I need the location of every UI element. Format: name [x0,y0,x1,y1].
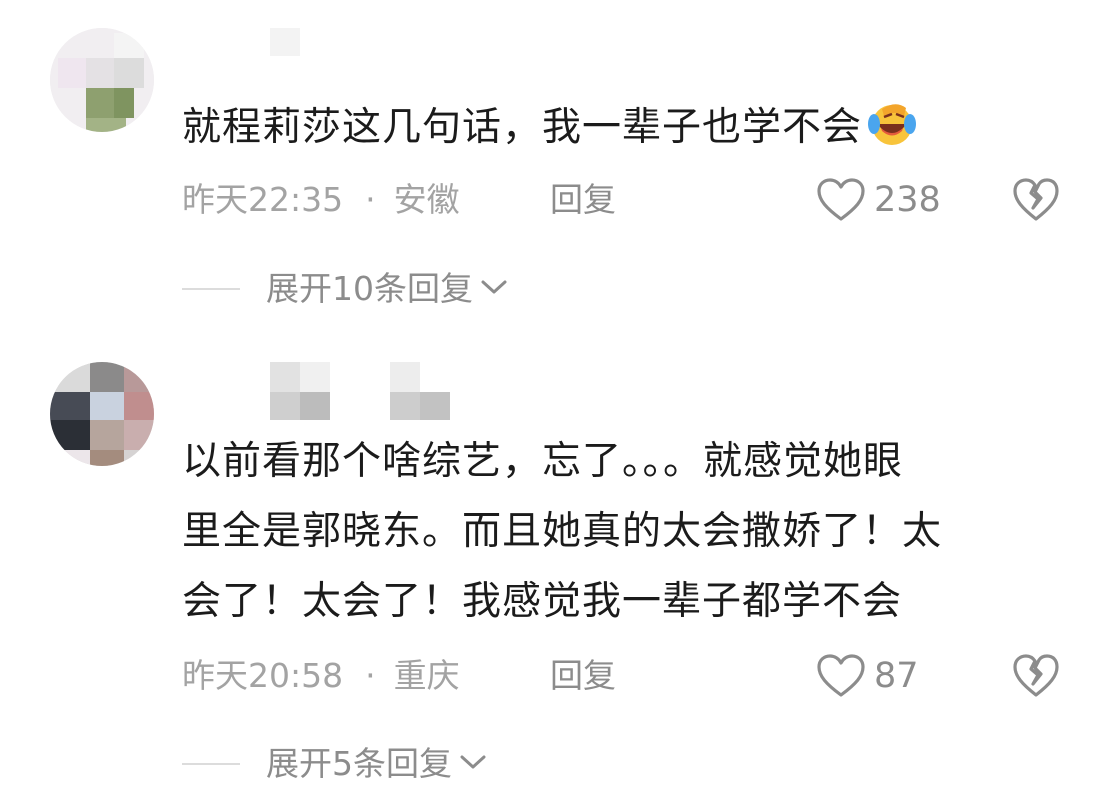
expand-replies-label: 展开5条回复 [266,744,452,783]
broken-heart-icon [1012,178,1060,226]
heart-icon [816,178,866,222]
laughing-crying-emoji-icon [862,98,918,148]
comment-location: 安徽 [393,180,460,219]
comment-meta: 昨天20:58 · 重庆 [182,651,460,701]
comment-time: 昨天22:35 [182,180,344,219]
comment-text-line: 里全是郭晓东。而且她真的太会撒娇了！太 [182,509,943,554]
reply-button[interactable]: 回复 [550,651,616,701]
avatar[interactable] [50,28,154,132]
divider-line [182,763,240,765]
dislike-button[interactable] [1012,178,1060,226]
reply-button[interactable]: 回复 [550,175,616,225]
expand-replies-button[interactable]: 展开5条回复 [182,739,488,789]
like-button[interactable]: 238 [816,175,941,225]
comment-item: 就程莉莎这几句话，我一辈子也学不会 昨天22:35 · 安徽 回复 238 展开… [0,0,1116,330]
comment-text-line: 会了！太会了！我感觉我一辈子都学不会 [182,579,903,624]
comment-text-content: 就程莉莎这几句话，我一辈子也学不会 [182,105,863,150]
avatar[interactable] [50,362,154,466]
divider-line [182,288,240,290]
comment-text: 以前看那个啥综艺，忘了。。。就感觉她眼 里全是郭晓东。而且她真的太会撒娇了！太 … [182,427,1052,637]
chevron-down-icon [452,752,488,776]
broken-heart-icon [1012,654,1060,702]
meta-separator: · [365,180,376,219]
comment-time: 昨天20:58 [182,656,344,695]
comment-item: 以前看那个啥综艺，忘了。。。就感觉她眼 里全是郭晓东。而且她真的太会撒娇了！太 … [0,330,1116,811]
like-count: 238 [874,180,941,220]
username-blurred[interactable] [270,28,310,78]
heart-icon [816,654,866,698]
comment-text: 就程莉莎这几句话，我一辈子也学不会 [182,93,1052,163]
expand-replies-label: 展开10条回复 [266,269,473,308]
comment-text-line: 以前看那个啥综艺，忘了。。。就感觉她眼 [182,439,904,484]
meta-separator: · [365,656,376,695]
like-button[interactable]: 87 [816,651,919,701]
expand-replies-button[interactable]: 展开10条回复 [182,264,509,314]
chevron-down-icon [473,277,509,301]
comment-meta: 昨天22:35 · 安徽 [182,175,460,225]
comment-location: 重庆 [393,656,460,695]
like-count: 87 [874,656,919,696]
username-blurred[interactable] [270,362,460,422]
dislike-button[interactable] [1012,654,1060,702]
